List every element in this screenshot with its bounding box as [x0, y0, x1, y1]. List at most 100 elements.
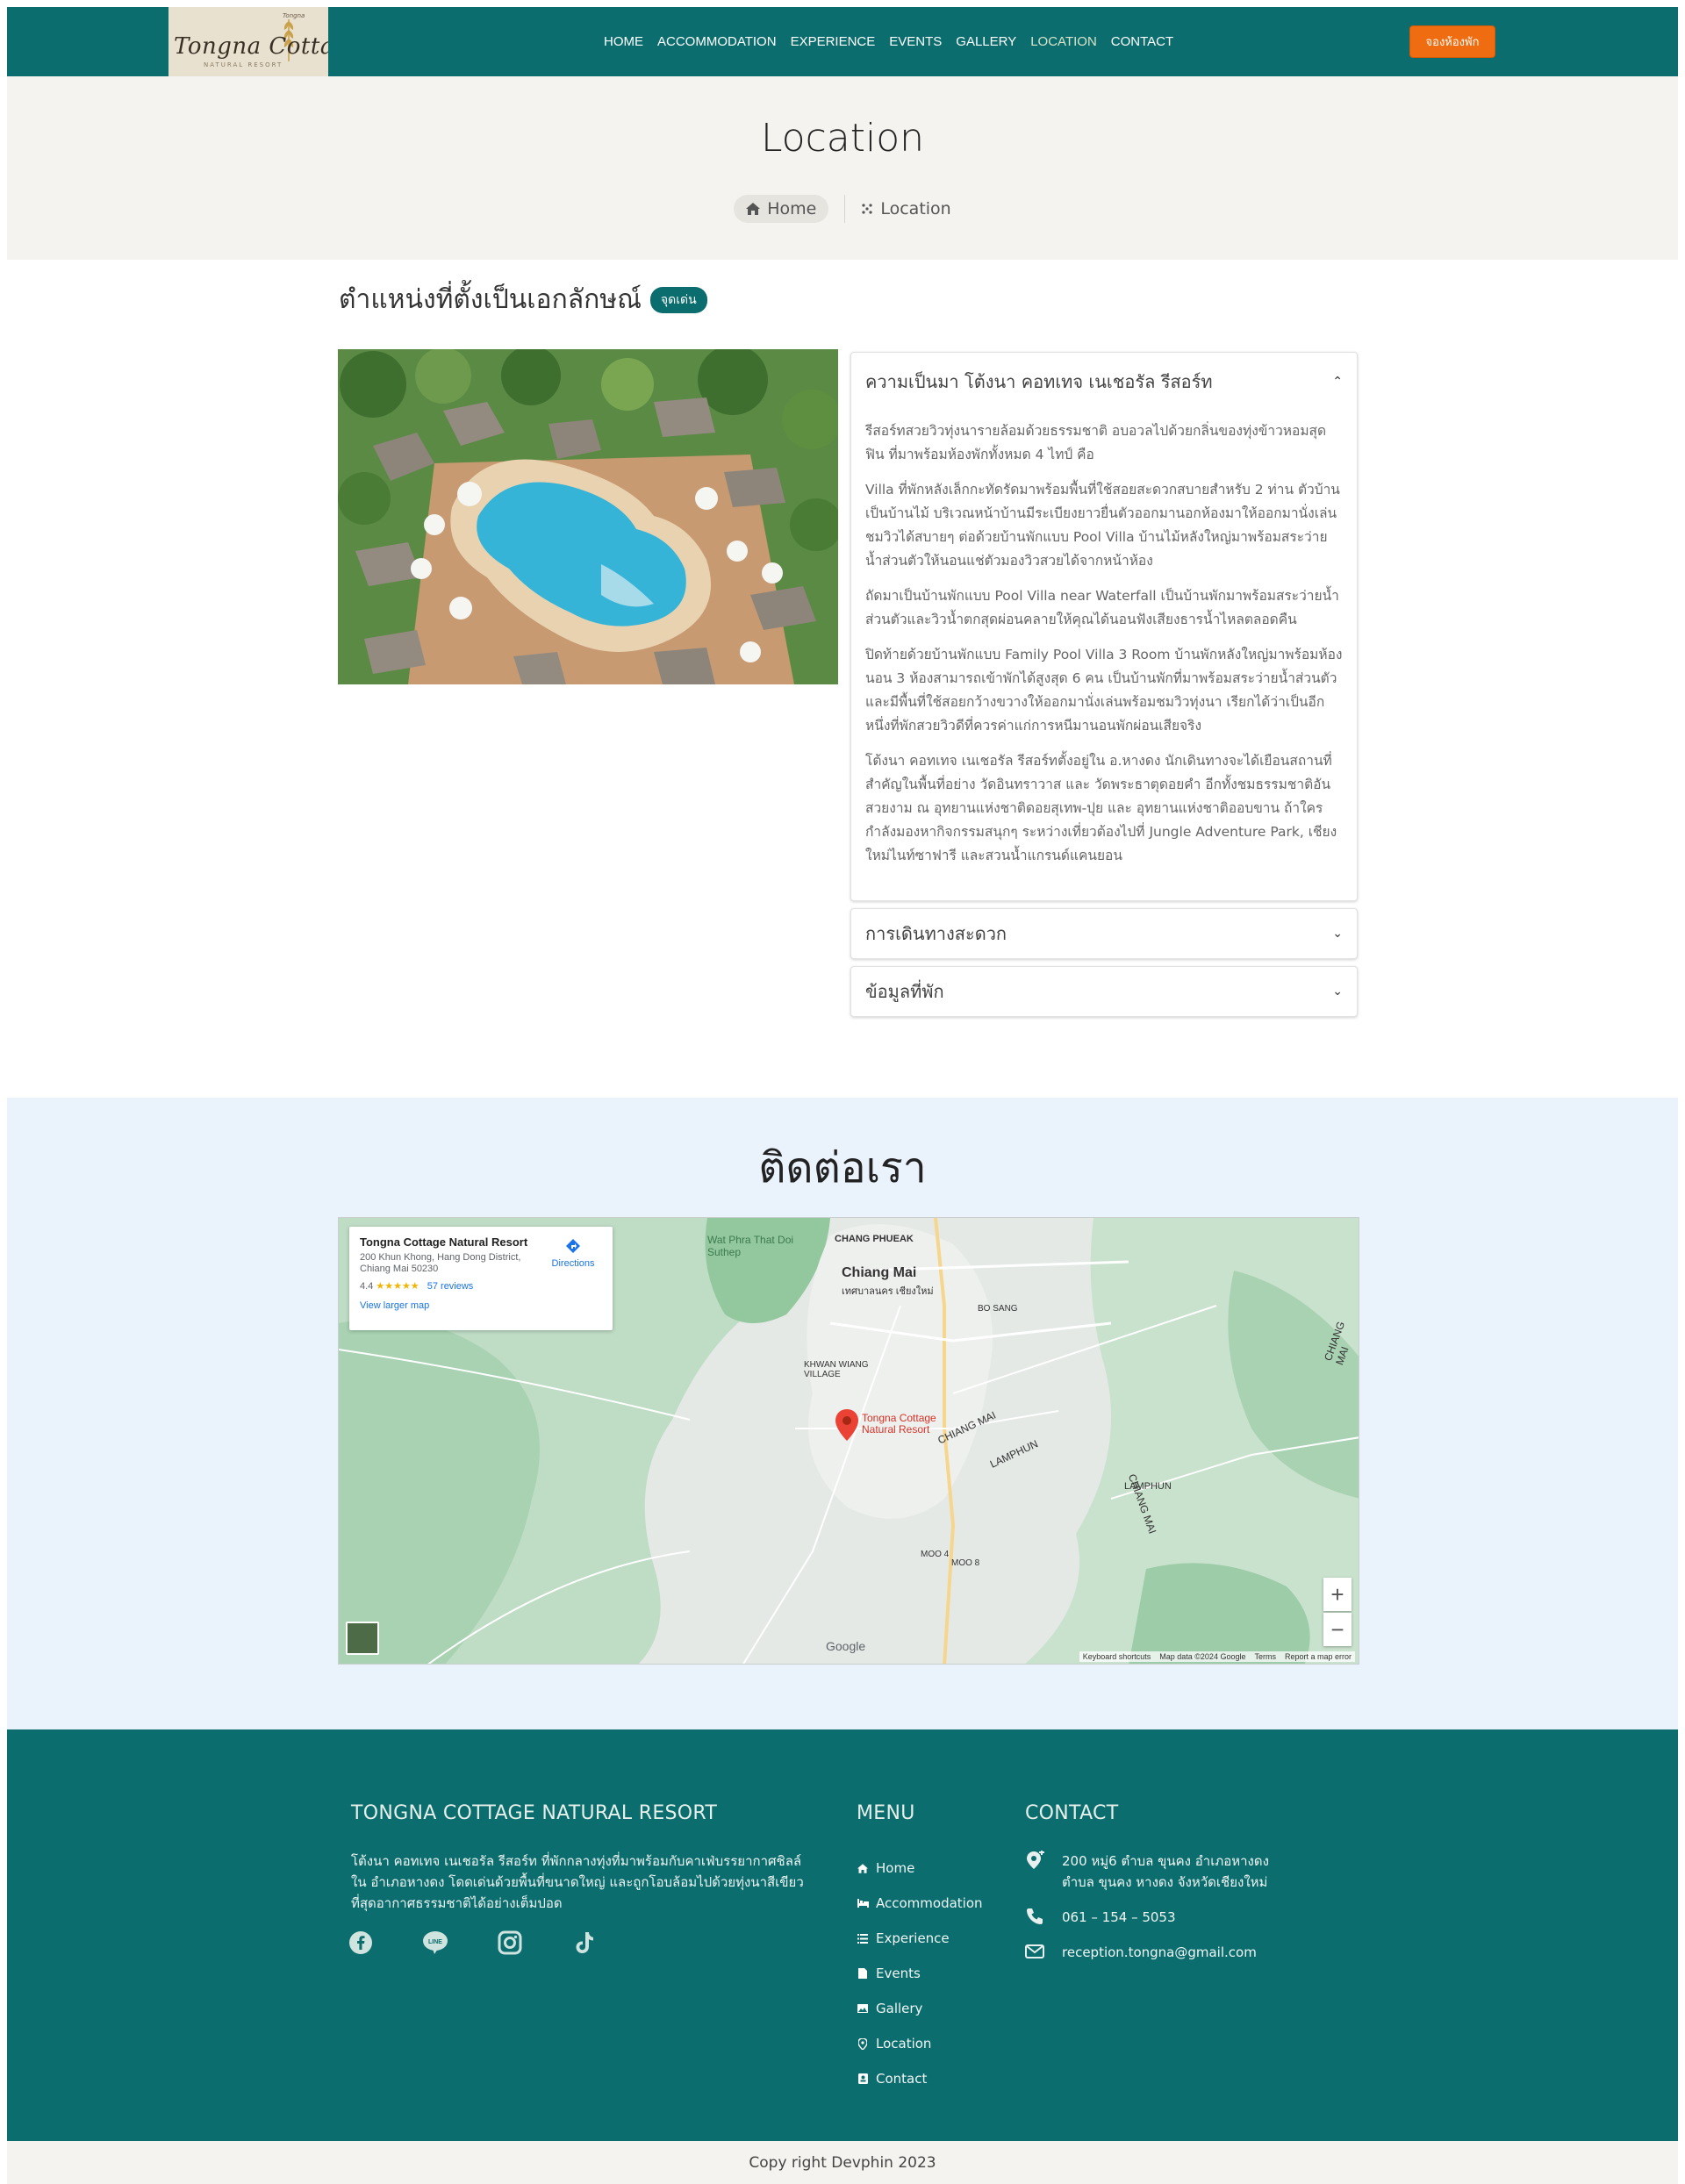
location-heading-text: ตำแหน่งที่ตั้งเป็นเอกลักษณ์ [339, 284, 642, 315]
site-footer: TONGNA COTTAGE NATURAL RESORT โต้งนา คอท… [7, 1729, 1678, 2141]
footer-address: 200 หมู่6 ตำบล ขุนคง อำเภอหางดง ตำบล ขุน… [1025, 1851, 1273, 1893]
footer-menu-label: Home [876, 1860, 915, 1876]
chevron-up-icon: ⌃ [1332, 375, 1343, 389]
home-icon [746, 203, 761, 215]
contact-title: ติดต่อเรา [758, 1143, 927, 1192]
footer-menu-accommodation[interactable]: Accommodation [857, 1886, 983, 1921]
logo[interactable]: Tongna Tongna Cottage NATURAL RESORT [168, 7, 328, 76]
accordion-item-history: ความเป็นมา โต้งนา คอทเทจ เนเชอรัล รีสอร์… [850, 352, 1358, 901]
footer-menu-contact[interactable]: Contact [857, 2061, 983, 2096]
accordion-header-travel[interactable]: การเดินทางสะดวก ⌄ [851, 909, 1357, 958]
copyright-bar: Copy right Devphin 2023 [7, 2141, 1678, 2184]
zoom-in-button[interactable]: + [1323, 1578, 1352, 1611]
view-larger-map-link[interactable]: View larger map [360, 1300, 602, 1311]
chevron-down-icon: ⌄ [1332, 927, 1343, 941]
breadcrumb-current: Location [861, 199, 951, 218]
nav-accommodation[interactable]: ACCOMMODATION [657, 34, 777, 49]
map-label-chiang-mai: Chiang Mai [842, 1265, 917, 1280]
main-nav: HOME ACCOMMODATION EXPERIENCE EVENTS GAL… [604, 34, 1173, 49]
nav-gallery[interactable]: GALLERY [956, 34, 1016, 49]
logo-subtitle: NATURAL RESORT [204, 61, 283, 68]
footer-menu-events[interactable]: Events [857, 1956, 983, 1991]
map-label-khwan-wiang: KHWAN WIANG VILLAGE [804, 1360, 869, 1379]
map-label-bo-sang: BO SANG [978, 1304, 1018, 1314]
map-label-doi-suthep: Wat Phra That Doi Suthep [707, 1234, 794, 1258]
footer-menu-experience[interactable]: Experience [857, 1921, 983, 1956]
google-logo: Google [826, 1639, 866, 1653]
svg-text:LINE: LINE [428, 1939, 442, 1945]
line-icon[interactable]: LINE [422, 1930, 448, 1956]
accordion-item-travel: การเดินทางสะดวก ⌄ [850, 908, 1358, 959]
directions-button[interactable]: Directions [547, 1237, 599, 1269]
directions-icon [566, 1239, 580, 1253]
map-pin-icon[interactable] [835, 1409, 858, 1441]
bed-icon [857, 1897, 869, 1909]
logo-script-text: Tongna Cottage [174, 33, 328, 60]
image-icon [857, 2002, 869, 2015]
accordion-header-history[interactable]: ความเป็นมา โต้งนา คอทเทจ เนเชอรัล รีสอร์… [851, 353, 1357, 411]
nav-experience[interactable]: EXPERIENCE [791, 34, 876, 49]
nav-events[interactable]: EVENTS [889, 34, 942, 49]
map-label-moo-8: MOO 8 [951, 1558, 980, 1568]
footer-menu-title: MENU [857, 1802, 915, 1824]
info-accordion: ความเป็นมา โต้งนา คอทเทจ เนเชอรัล รีสอร์… [850, 352, 1358, 1024]
nav-contact[interactable]: CONTACT [1111, 34, 1173, 49]
tiktok-icon[interactable] [571, 1930, 598, 1956]
satellite-toggle[interactable] [346, 1622, 379, 1655]
home-icon [857, 1862, 869, 1874]
accordion-header-accommodation-info[interactable]: ข้อมูลที่พัก ⌄ [851, 967, 1357, 1016]
file-icon [857, 1967, 869, 1980]
report-map-error-link[interactable]: Report a map error [1285, 1652, 1352, 1661]
zoom-out-button[interactable]: − [1323, 1613, 1352, 1646]
footer-menu-label: Accommodation [876, 1895, 983, 1911]
nav-home[interactable]: HOME [604, 34, 643, 49]
map-pin-icon [857, 2037, 869, 2050]
map-label-chiang-mai-thai: เทศบาลนคร เชียงใหม่ [842, 1286, 934, 1297]
terms-link[interactable]: Terms [1254, 1652, 1276, 1661]
location-add-icon [1027, 1851, 1044, 1869]
footer-menu-location[interactable]: Location [857, 2026, 983, 2061]
instagram-icon[interactable] [497, 1930, 523, 1956]
reviews-link[interactable]: 57 reviews [427, 1281, 474, 1292]
map-place-rating: 4.4 ★★★★★ 57 reviews [360, 1280, 602, 1292]
history-paragraph: โต้งนา คอทเทจ เนเชอรัล รีสอร์ทตั้งอยู่ใน… [865, 753, 1337, 863]
footer-phone-text: 061 – 154 – 5053 [1062, 1909, 1176, 1925]
highlight-badge: จุดเด่น [649, 286, 707, 313]
breadcrumb: Home Location [7, 195, 1678, 223]
facebook-icon[interactable] [348, 1930, 374, 1956]
footer-menu-gallery[interactable]: Gallery [857, 1991, 983, 2026]
footer-menu-label: Location [876, 2036, 932, 2052]
footer-menu: Home Accommodation Experience Events Gal… [857, 1851, 983, 2096]
contact-card-icon [857, 2073, 869, 2085]
accordion-title: ข้อมูลที่พัก [865, 981, 944, 1002]
dots-grid-icon [862, 204, 872, 214]
keyboard-shortcuts-link[interactable]: Keyboard shortcuts [1083, 1652, 1151, 1661]
accordion-title: ความเป็นมา โต้งนา คอทเทจ เนเชอรัล รีสอร์… [865, 371, 1213, 392]
breadcrumb-current-label: Location [880, 199, 951, 218]
footer-phone[interactable]: 061 – 154 – 5053 [1025, 1907, 1273, 1928]
email-icon [1025, 1944, 1044, 1958]
footer-contact-title: CONTACT [1025, 1802, 1119, 1824]
top-navbar: Tongna Tongna Cottage NATURAL RESORT HOM… [7, 7, 1678, 76]
map-pin-label: Tongna Cottage Natural Resort [862, 1413, 936, 1436]
breadcrumb-home[interactable]: Home [734, 195, 829, 223]
directions-label: Directions [551, 1258, 595, 1269]
google-map[interactable]: Tongna Cottage Natural Resort 200 Khun K… [338, 1217, 1359, 1665]
nav-location[interactable]: LOCATION [1030, 34, 1097, 49]
footer-menu-home[interactable]: Home [857, 1851, 983, 1886]
map-place-address: 200 Khun Khong, Hang Dong District, Chia… [360, 1252, 521, 1274]
map-label-chang-phueak: CHANG PHUEAK [835, 1234, 914, 1244]
footer-menu-label: Events [876, 1966, 921, 1981]
book-room-button[interactable]: จองห้องพัก [1409, 25, 1495, 58]
footer-menu-label: Gallery [876, 2001, 923, 2016]
accordion-body-history: รีสอร์ทสวยวิวทุ่งนารายล้อมด้วยธรรมชาติ อ… [851, 411, 1357, 900]
footer-menu-label: Contact [876, 2071, 928, 2087]
footer-email-text: reception.tongna@gmail.com [1062, 1944, 1257, 1960]
rating-stars: ★★★★★ [376, 1281, 419, 1292]
map-label-moo-4: MOO 4 [921, 1550, 950, 1559]
history-paragraph: ปิดท้ายด้วยบ้านพักแบบ Family Pool Villa … [865, 647, 1343, 734]
footer-email[interactable]: reception.tongna@gmail.com [1025, 1942, 1273, 1963]
breadcrumb-divider [844, 195, 846, 223]
footer-menu-label: Experience [876, 1930, 950, 1946]
resort-pool-photo [338, 349, 838, 684]
